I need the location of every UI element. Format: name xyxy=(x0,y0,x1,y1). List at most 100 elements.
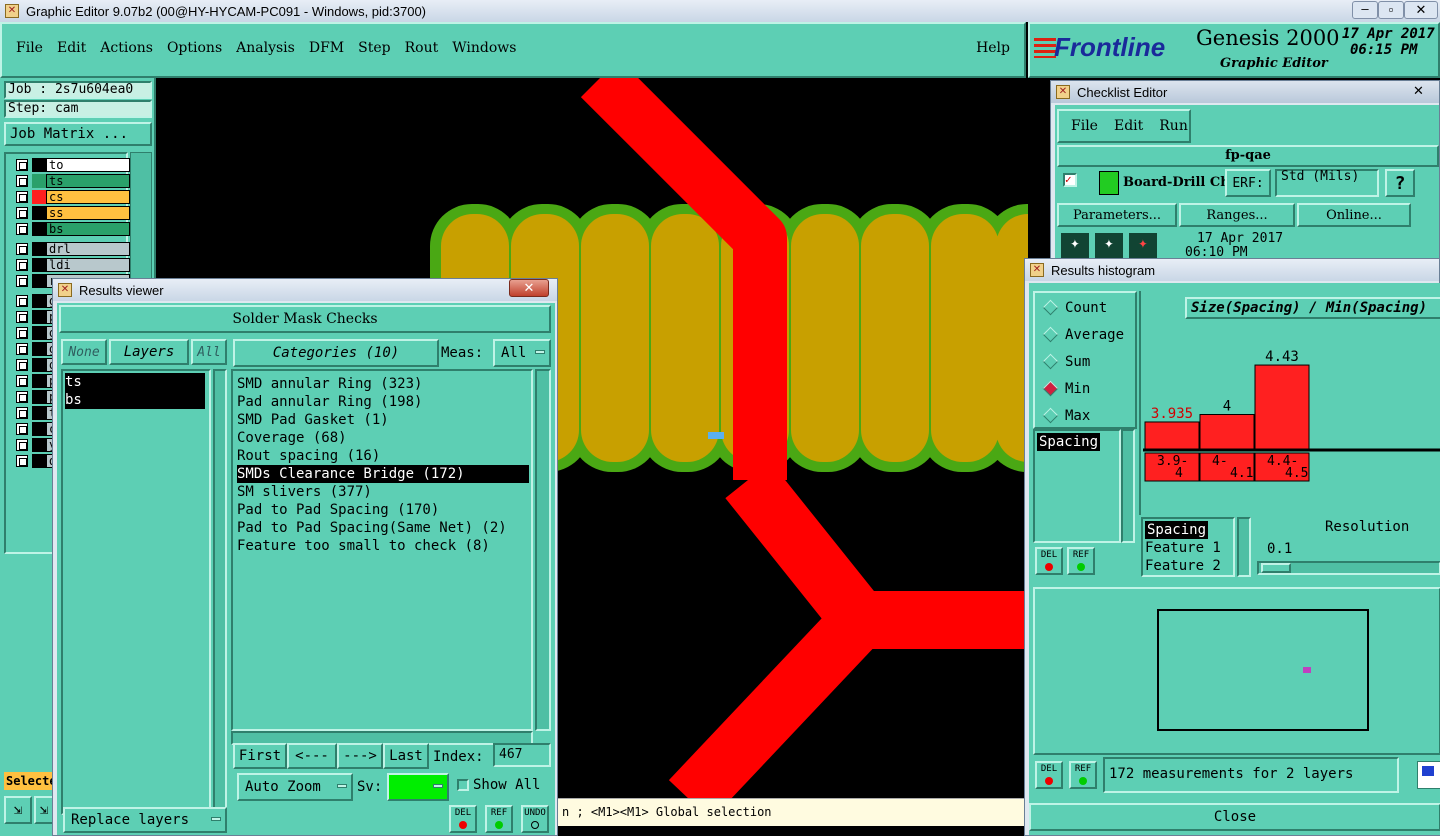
pad[interactable] xyxy=(791,214,859,462)
menu-edit[interactable]: Edit xyxy=(57,40,86,56)
layer-row-ts[interactable]: ts xyxy=(14,174,130,188)
category-item[interactable]: SMD annular Ring (323) xyxy=(237,375,531,393)
measure-item[interactable]: Spacing xyxy=(1037,433,1101,451)
category-item[interactable]: SM slivers (377) xyxy=(237,483,531,501)
run-action-icon-3[interactable]: ✦ xyxy=(1129,233,1157,259)
field-item-spacing[interactable]: Spacing xyxy=(1145,521,1209,539)
maximize-button[interactable]: ▫ xyxy=(1378,1,1404,19)
category-item[interactable]: SMDs Clearance Bridge (172) xyxy=(237,465,529,483)
layer-row-drl[interactable]: drl xyxy=(14,242,130,256)
menu-rout[interactable]: Rout xyxy=(405,40,439,56)
run-action-icon-2[interactable]: ✦ xyxy=(1095,233,1123,259)
layer-checkbox[interactable] xyxy=(16,375,28,387)
layer-name[interactable]: to xyxy=(46,158,130,172)
result-layer-item[interactable]: ts xyxy=(65,373,205,391)
layer-checkbox[interactable] xyxy=(16,295,28,307)
layer-checkbox[interactable] xyxy=(16,191,28,203)
job-matrix-button[interactable]: Job Matrix ... xyxy=(4,122,152,146)
category-item[interactable]: Feature too small to check (8) xyxy=(237,537,531,555)
layer-checkbox[interactable] xyxy=(16,391,28,403)
histogram-bar[interactable] xyxy=(1144,421,1200,450)
layer-name[interactable]: cs xyxy=(46,190,130,204)
radio-indicator[interactable] xyxy=(1042,407,1059,424)
help-button[interactable]: ? xyxy=(1385,169,1415,197)
export-icon[interactable] xyxy=(1417,761,1440,789)
histogram-bar[interactable] xyxy=(1254,364,1310,450)
category-item[interactable]: Coverage (68) xyxy=(237,429,531,447)
checklist-menu-run[interactable]: Run xyxy=(1159,118,1188,134)
checklist-close-button[interactable]: ✕ xyxy=(1413,83,1424,99)
index-input[interactable]: 467 xyxy=(493,743,551,767)
layer-name[interactable]: drl xyxy=(46,242,130,256)
layer-row-ldi[interactable]: ldi xyxy=(14,258,130,272)
hist-ref-button[interactable]: REF xyxy=(1067,547,1095,575)
layer-row-to[interactable]: to xyxy=(14,158,130,172)
show-all-checkbox[interactable] xyxy=(457,779,469,791)
ref-button[interactable]: REF xyxy=(485,805,513,833)
layer-checkbox[interactable] xyxy=(16,343,28,355)
auto-zoom-dropdown[interactable]: Auto Zoom xyxy=(237,773,353,801)
undo-button[interactable]: UNDO xyxy=(521,805,549,833)
checklist-menu-file[interactable]: File xyxy=(1071,118,1098,134)
next-button[interactable]: ---> xyxy=(337,743,383,769)
menu-step[interactable]: Step xyxy=(358,40,390,56)
layer-checkbox[interactable] xyxy=(16,175,28,187)
layer-checkbox[interactable] xyxy=(16,455,28,467)
pad[interactable] xyxy=(581,214,649,462)
meas-dropdown[interactable]: All xyxy=(493,339,551,367)
close-window-button[interactable]: ✕ xyxy=(1404,1,1438,19)
layer-checkbox[interactable] xyxy=(16,327,28,339)
category-item[interactable]: Pad annular Ring (198) xyxy=(237,393,531,411)
radio-indicator[interactable] xyxy=(1042,380,1059,397)
hist-ref-button-2[interactable]: REF xyxy=(1069,761,1097,789)
layer-name[interactable]: ts xyxy=(46,174,130,188)
menu-file[interactable]: File xyxy=(16,40,43,56)
first-button[interactable]: First xyxy=(233,743,287,769)
menu-dfm[interactable]: DFM xyxy=(309,40,344,56)
layer-row-ss[interactable]: ss xyxy=(14,206,130,220)
layer-checkbox[interactable] xyxy=(16,207,28,219)
layer-row-bs[interactable]: bs xyxy=(14,222,130,236)
del-button[interactable]: DEL xyxy=(449,805,477,833)
result-layer-scrollbar[interactable] xyxy=(213,369,227,815)
ranges-button[interactable]: Ranges... xyxy=(1179,203,1295,227)
replace-layers-dropdown[interactable]: Replace layers xyxy=(63,807,227,833)
layer-name[interactable]: ss xyxy=(46,206,130,220)
radio-indicator[interactable] xyxy=(1042,353,1059,370)
menu-windows[interactable]: Windows xyxy=(452,40,516,56)
hist-del-button-2[interactable]: DEL xyxy=(1035,761,1063,789)
result-layer-item[interactable]: bs xyxy=(65,391,205,409)
layer-checkbox[interactable] xyxy=(16,439,28,451)
pad[interactable] xyxy=(651,214,719,462)
resolution-slider-thumb[interactable] xyxy=(1261,563,1291,573)
results-viewer-close-button[interactable]: ✕ xyxy=(509,279,549,297)
layer-checkbox[interactable] xyxy=(16,275,28,287)
tool-button-2[interactable]: ⇲ xyxy=(34,796,54,824)
checklist-menu-edit[interactable]: Edit xyxy=(1114,118,1143,134)
layer-checkbox[interactable] xyxy=(16,407,28,419)
minimize-button[interactable]: – xyxy=(1352,1,1378,19)
erf-button[interactable]: ERF: xyxy=(1225,169,1271,197)
field-list-scrollbar[interactable] xyxy=(1237,517,1251,577)
prev-button[interactable]: <--- xyxy=(287,743,337,769)
menu-actions[interactable]: Actions xyxy=(100,40,153,56)
category-item[interactable]: SMD Pad Gasket (1) xyxy=(237,411,531,429)
layer-checkbox[interactable] xyxy=(16,223,28,235)
histogram-bar[interactable] xyxy=(1199,414,1255,450)
help-menu[interactable]: Help xyxy=(976,40,1010,56)
layer-checkbox[interactable] xyxy=(16,259,28,271)
layer-checkbox[interactable] xyxy=(16,423,28,435)
field-item-feature1[interactable]: Feature 1 xyxy=(1145,539,1233,557)
action-checkbox[interactable]: ✓ xyxy=(1063,173,1077,187)
category-item[interactable]: Pad to Pad Spacing (170) xyxy=(237,501,531,519)
layers-none-button[interactable]: None xyxy=(61,339,107,365)
pad[interactable] xyxy=(861,214,929,462)
layer-row-cs[interactable]: cs xyxy=(14,190,130,204)
pad[interactable] xyxy=(931,214,999,462)
layers-all-button[interactable]: All xyxy=(191,339,227,365)
layer-checkbox[interactable] xyxy=(16,159,28,171)
layer-checkbox[interactable] xyxy=(16,359,28,371)
histogram-close-button[interactable]: Close xyxy=(1029,803,1440,831)
tool-button-1[interactable]: ⇲ xyxy=(4,796,32,824)
radio-indicator[interactable] xyxy=(1042,299,1059,316)
